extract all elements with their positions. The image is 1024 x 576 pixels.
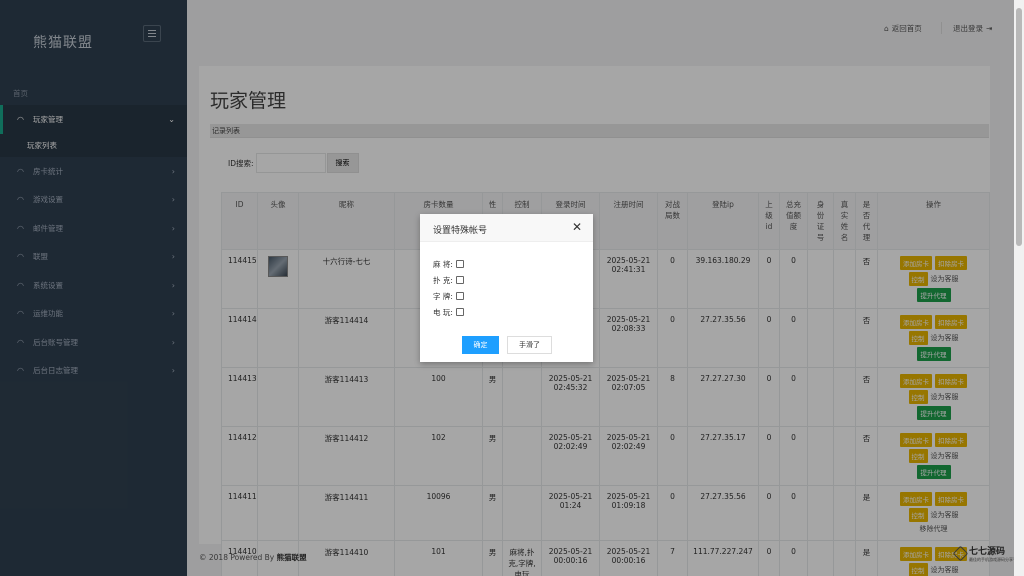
arcade-checkbox[interactable]: [455, 308, 464, 316]
dialog-footer: 确定 手滑了: [462, 336, 552, 354]
poker-checkbox[interactable]: [455, 276, 464, 284]
option-poker[interactable]: 扑 克:: [433, 272, 464, 288]
option-label: 麻 将:: [433, 259, 453, 269]
dialog-body: 麻 将: 扑 克: 字 牌: 电 玩:: [433, 256, 464, 320]
option-label: 字 牌:: [433, 291, 453, 301]
close-icon[interactable]: ✕: [572, 220, 582, 234]
option-arcade[interactable]: 电 玩:: [433, 304, 464, 320]
confirm-button[interactable]: 确定: [462, 336, 499, 354]
scrollbar[interactable]: [1014, 0, 1024, 576]
option-zipai[interactable]: 字 牌:: [433, 288, 464, 304]
special-account-dialog: 设置特殊帐号 ✕ 麻 将: 扑 克: 字 牌: 电 玩: 确定 手滑了: [420, 214, 593, 362]
option-mahjong[interactable]: 麻 将:: [433, 256, 464, 272]
dialog-title: 设置特殊帐号: [433, 226, 488, 236]
option-label: 电 玩:: [433, 307, 453, 317]
zipai-checkbox[interactable]: [455, 292, 464, 300]
option-label: 扑 克:: [433, 275, 453, 285]
dialog-header: 设置特殊帐号 ✕: [420, 214, 593, 242]
cancel-button[interactable]: 手滑了: [507, 336, 552, 354]
mahjong-checkbox[interactable]: [455, 260, 464, 268]
scrollbar-thumb[interactable]: [1016, 8, 1022, 246]
